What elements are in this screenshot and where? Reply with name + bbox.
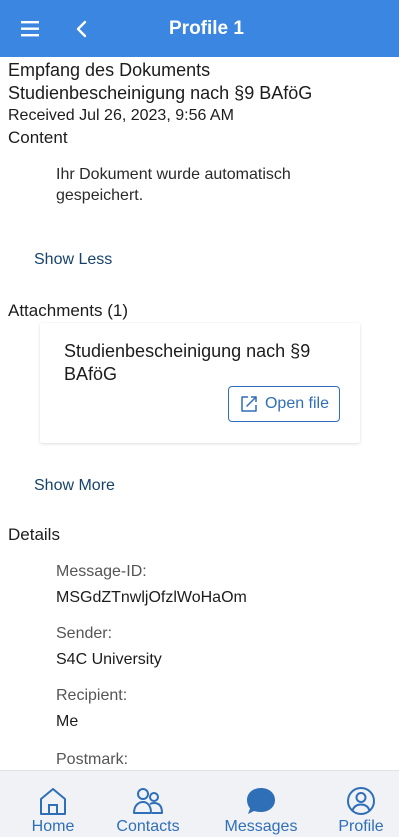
received-timestamp: Received Jul 26, 2023, 9:56 AM (8, 107, 234, 124)
messages-icon (247, 788, 275, 814)
open-file-button[interactable]: Open file (228, 386, 340, 422)
details-label: Details (8, 525, 60, 544)
content-label: Content (8, 128, 68, 147)
attachment-card: Studienbescheinigung nach §9 BAföG Open … (40, 323, 360, 443)
nav-messages[interactable]: Messages (216, 771, 306, 837)
message-content: Ihr Dokument wurde automatisch gespeiche… (56, 164, 356, 206)
recipient-value: Me (56, 713, 79, 730)
attachment-name-line-2: BAföG (64, 364, 118, 384)
sender-label: Sender: (56, 625, 113, 642)
nav-profile-label: Profile (338, 818, 384, 835)
show-less-link[interactable]: Show Less (34, 251, 112, 269)
open-file-label: Open file (264, 395, 330, 412)
message-subject-line-2: Studienbescheinigung nach §9 BAföG (8, 83, 313, 103)
open-external-icon (241, 396, 257, 412)
nav-contacts[interactable]: Contacts (108, 771, 188, 837)
nav-home[interactable]: Home (22, 771, 84, 837)
message-content-line-2: gespeichert. (56, 187, 144, 204)
show-more-link[interactable]: Show More (34, 477, 115, 495)
page-title: Profile 1 (169, 18, 244, 39)
message-subject-line-1: Empfang des Dokuments (8, 60, 211, 80)
message-id-label: Message-ID: (56, 563, 147, 580)
recipient-label: Recipient: (56, 687, 128, 704)
nav-contacts-label: Contacts (116, 818, 180, 835)
sender-value: S4C University (56, 651, 162, 668)
top-app-bar: Profile 1 (0, 0, 399, 57)
nav-messages-label: Messages (224, 818, 298, 835)
nav-home-label: Home (31, 818, 75, 835)
attachment-name-line-1: Studienbescheinigung nach §9 (64, 341, 311, 361)
contacts-icon (133, 788, 163, 814)
profile-icon (347, 787, 375, 815)
nav-profile[interactable]: Profile (330, 771, 392, 837)
postmark-label: Postmark: (56, 751, 129, 768)
message-content-line-1: Ihr Dokument wurde automatisch (56, 166, 291, 183)
message-subject: Empfang des Dokuments Studienbescheinigu… (8, 59, 312, 105)
home-icon (40, 788, 66, 815)
attachments-label: Attachments (1) (8, 301, 128, 320)
bottom-navigation: Home Contacts Messages Profile (0, 770, 399, 837)
message-id-value: MSGdZTnwljOfzlWoHaOm (56, 589, 247, 606)
attachment-name: Studienbescheinigung nach §9 BAföG (64, 340, 354, 386)
